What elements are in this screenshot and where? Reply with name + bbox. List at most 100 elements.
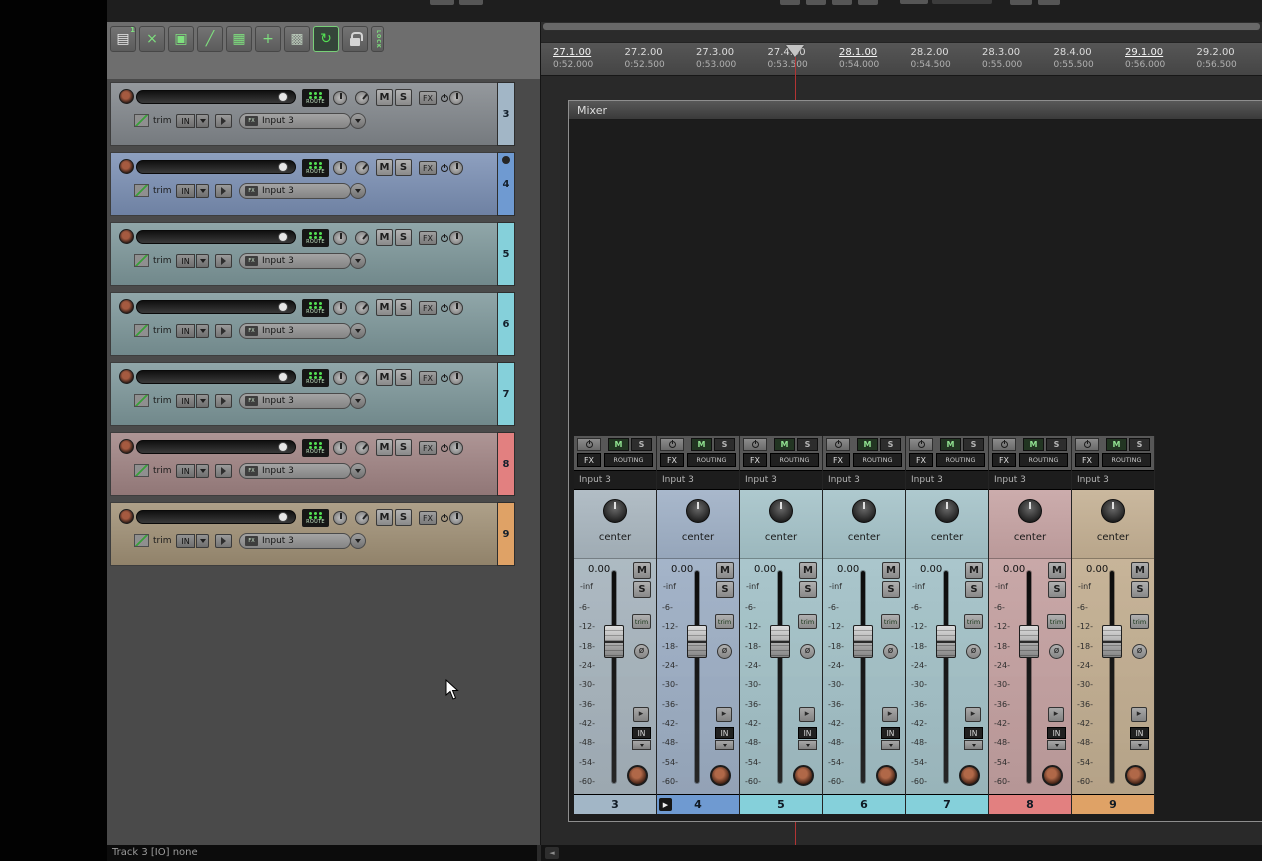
input-monitor-button[interactable]: IN	[798, 727, 817, 739]
pan-knob[interactable]	[935, 499, 959, 523]
mute-button[interactable]: M	[376, 299, 393, 316]
timeline-label[interactable]: 29.1.00 0:56.000	[1125, 47, 1165, 71]
mute-button[interactable]: M	[857, 438, 878, 451]
fx-button[interactable]: FX	[419, 441, 437, 455]
track-row[interactable]: ROUTE M S FX trim IN FX Input 3 8	[110, 432, 515, 496]
mute-button[interactable]: M	[376, 159, 393, 176]
wet-dry-knob[interactable]	[449, 371, 463, 385]
envelope-icon[interactable]	[134, 534, 149, 547]
pan-knob[interactable]	[1101, 499, 1125, 523]
mute-button[interactable]: M	[608, 438, 629, 451]
timeline-label[interactable]: 27.3.00 0:53.000	[696, 47, 736, 71]
route-button[interactable]: ROUTE	[302, 509, 329, 527]
track-row[interactable]: ROUTE M S FX trim IN FX Input 3 5	[110, 222, 515, 286]
fader-handle[interactable]	[1102, 625, 1122, 658]
env-knob[interactable]	[333, 371, 347, 385]
fader-track[interactable]	[778, 571, 782, 783]
send-arrow-button[interactable]: ▸	[716, 707, 732, 722]
pan-knob[interactable]	[852, 499, 876, 523]
pan-knob[interactable]	[355, 511, 369, 525]
solo-button[interactable]: S	[395, 299, 412, 316]
phase-button[interactable]: ø	[966, 644, 981, 659]
media-explorer-icon[interactable]: ×	[139, 26, 165, 52]
record-arm-button[interactable]	[119, 439, 134, 454]
solo-button[interactable]: S	[631, 438, 652, 451]
mute-button[interactable]: M	[376, 509, 393, 526]
input-dropdown[interactable]	[196, 534, 209, 548]
record-arm-button[interactable]	[119, 89, 134, 104]
fader-track[interactable]	[612, 571, 616, 783]
env-knob[interactable]	[333, 231, 347, 245]
mixer-strip[interactable]: FX M S ROUTING Input 3 center 0.00 M S -…	[1072, 436, 1155, 814]
fx-bypass-button[interactable]	[1075, 438, 1099, 451]
record-arm-button[interactable]	[119, 229, 134, 244]
volume-fader[interactable]	[136, 90, 296, 104]
pan-knob[interactable]	[355, 91, 369, 105]
input-selector[interactable]: Input 3	[657, 470, 739, 490]
monitor-button[interactable]	[215, 114, 232, 128]
mixer-strip[interactable]: FX M S ROUTING Input 3 center 0.00 M S -…	[657, 436, 740, 814]
fx-bypass-button[interactable]	[743, 438, 767, 451]
input-source[interactable]: FX Input 3	[239, 393, 351, 409]
mute-button[interactable]: M	[376, 229, 393, 246]
fader-track[interactable]	[1027, 571, 1031, 783]
volume-fader[interactable]	[136, 300, 296, 314]
trim-button[interactable]: trim	[964, 614, 983, 629]
phase-button[interactable]: ø	[1132, 644, 1147, 659]
send-arrow-button[interactable]: ▸	[633, 707, 649, 722]
clipped-toolbar-button[interactable]	[832, 0, 852, 5]
input-selector[interactable]: Input 3	[906, 470, 988, 490]
volume-fader[interactable]	[136, 370, 296, 384]
wet-dry-knob[interactable]	[449, 511, 463, 525]
track-number[interactable]: 7	[497, 362, 515, 426]
monitor-button[interactable]	[215, 534, 232, 548]
loop-icon[interactable]: ↻	[313, 26, 339, 52]
fx-button[interactable]: FX	[826, 453, 850, 467]
solo-button[interactable]: S	[797, 438, 818, 451]
pan-knob[interactable]	[355, 231, 369, 245]
input-button[interactable]: IN	[176, 394, 195, 408]
solo-button[interactable]: S	[1046, 438, 1067, 451]
routing-button[interactable]: ROUTING	[853, 453, 902, 467]
fader-handle[interactable]	[687, 625, 707, 658]
input-source[interactable]: FX Input 3	[239, 113, 351, 129]
input-monitor-dropdown[interactable]	[1130, 740, 1149, 750]
clipped-toolbar-button[interactable]	[780, 0, 800, 5]
pan-knob[interactable]	[355, 301, 369, 315]
envelope-icon[interactable]	[134, 464, 149, 477]
route-button[interactable]: ROUTE	[302, 439, 329, 457]
solo-button[interactable]: S	[395, 509, 412, 526]
fx-button[interactable]: FX	[909, 453, 933, 467]
mute-button[interactable]: M	[691, 438, 712, 451]
envelope-icon[interactable]	[134, 184, 149, 197]
monitor-button[interactable]	[215, 394, 232, 408]
routing-button[interactable]: ROUTING	[936, 453, 985, 467]
input-monitor-dropdown[interactable]	[1047, 740, 1066, 750]
env-knob[interactable]	[333, 511, 347, 525]
fx-bypass-button[interactable]	[992, 438, 1016, 451]
timeline-label[interactable]: 27.1.00 0:52.000	[553, 47, 593, 71]
send-arrow-button[interactable]: ▸	[1131, 707, 1147, 722]
input-source[interactable]: FX Input 3	[239, 183, 351, 199]
pan-knob[interactable]	[355, 441, 369, 455]
fx-bypass-button[interactable]	[909, 438, 933, 451]
strip-number[interactable]: ▶ 3	[574, 794, 656, 814]
input-selector[interactable]: Input 3	[740, 470, 822, 490]
phase-button[interactable]: ø	[1049, 644, 1064, 659]
monitor-button[interactable]	[215, 184, 232, 198]
send-arrow-button[interactable]: ▸	[965, 707, 981, 722]
monitor-button[interactable]	[215, 324, 232, 338]
input-monitor-button[interactable]: IN	[964, 727, 983, 739]
phase-button[interactable]: ø	[800, 644, 815, 659]
volume-fader-handle[interactable]	[278, 442, 288, 452]
wet-dry-knob[interactable]	[449, 231, 463, 245]
routing-button[interactable]: ROUTING	[770, 453, 819, 467]
input-selector[interactable]: Input 3	[989, 470, 1071, 490]
mixer-strip[interactable]: FX M S ROUTING Input 3 center 0.00 M S -…	[574, 436, 657, 814]
track-number[interactable]: 8	[497, 432, 515, 496]
pan-knob[interactable]	[686, 499, 710, 523]
input-button[interactable]: IN	[176, 254, 195, 268]
clipped-toolbar-button[interactable]	[430, 0, 454, 5]
volume-fader-handle[interactable]	[278, 162, 288, 172]
pan-knob[interactable]	[355, 161, 369, 175]
